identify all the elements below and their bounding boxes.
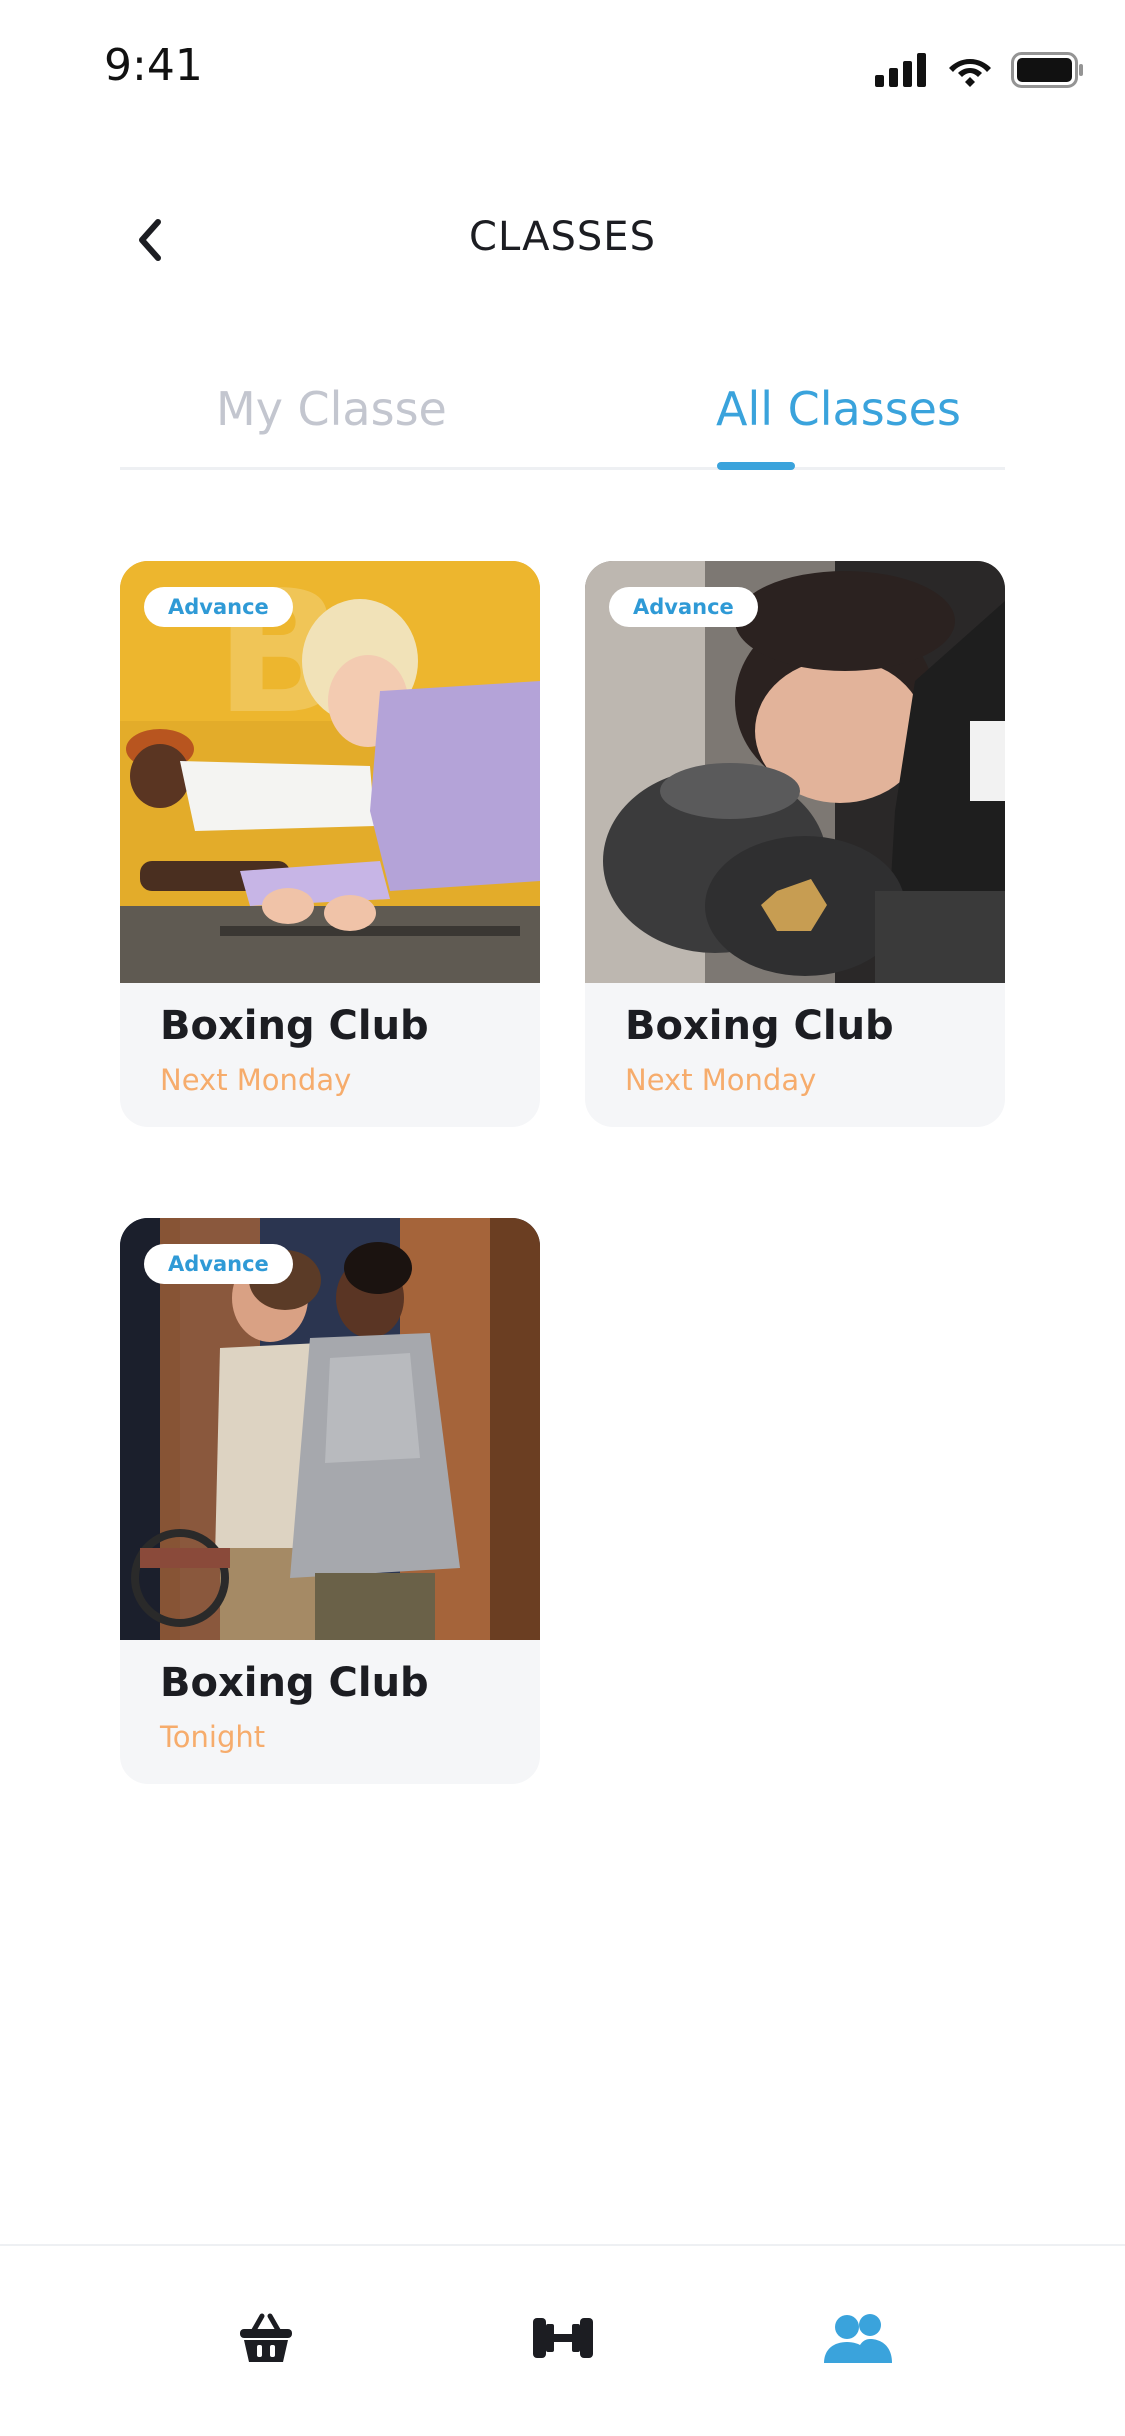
class-card[interactable]: Advance Boxing Club Next Monday bbox=[585, 561, 1005, 1127]
page-title: CLASSES bbox=[469, 214, 656, 260]
class-schedule: Next Monday bbox=[625, 1063, 817, 1097]
class-tabs: My Classe All Classes bbox=[120, 370, 1005, 470]
class-schedule: Tonight bbox=[160, 1720, 266, 1754]
bottom-nav bbox=[0, 2244, 1125, 2436]
level-badge: Advance bbox=[609, 587, 758, 627]
class-card[interactable]: Advance Boxing Club Tonight bbox=[120, 1218, 540, 1784]
status-time: 9:41 bbox=[104, 40, 203, 91]
class-title: Boxing Club bbox=[160, 1003, 429, 1049]
active-tab-indicator bbox=[717, 462, 795, 470]
dumbbell-icon bbox=[533, 2318, 593, 2358]
cellular-signal-icon bbox=[875, 53, 926, 87]
nav-classes[interactable] bbox=[818, 2298, 898, 2378]
status-icons bbox=[875, 50, 1085, 90]
battery-icon bbox=[1011, 52, 1083, 88]
header: CLASSES bbox=[0, 200, 1125, 280]
nav-shop[interactable] bbox=[226, 2298, 306, 2378]
class-schedule: Next Monday bbox=[160, 1063, 352, 1097]
class-title: Boxing Club bbox=[160, 1660, 429, 1706]
users-icon bbox=[824, 2314, 892, 2363]
status-bar: 9:41 bbox=[0, 0, 1125, 130]
level-badge: Advance bbox=[144, 1244, 293, 1284]
class-card[interactable]: B Advance Boxing Club Next Monday bbox=[120, 561, 540, 1127]
tab-my-classes[interactable]: My Classe bbox=[216, 382, 447, 436]
level-badge: Advance bbox=[144, 587, 293, 627]
tab-all-classes[interactable]: All Classes bbox=[716, 382, 961, 436]
class-title: Boxing Club bbox=[625, 1003, 894, 1049]
tabs-divider bbox=[120, 467, 1005, 470]
wifi-icon bbox=[949, 59, 991, 87]
basket-icon bbox=[240, 2313, 292, 2362]
classes-screen: 9:41 CLASSES My Classe All Classes B Adv… bbox=[0, 0, 1125, 2436]
nav-workout[interactable] bbox=[523, 2298, 603, 2378]
